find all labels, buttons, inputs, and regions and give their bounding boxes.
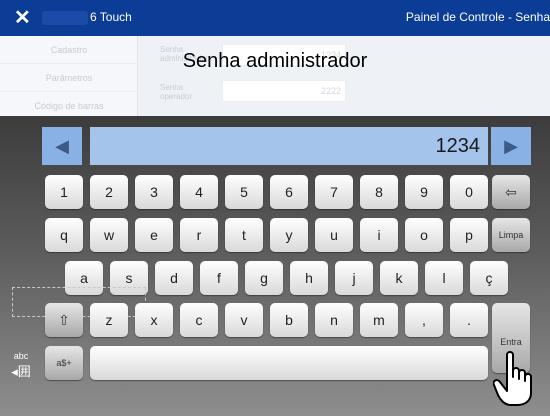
key-0[interactable]: 0: [450, 175, 488, 209]
key-n[interactable]: n: [315, 303, 353, 337]
symbols-key[interactable]: a$+: [45, 346, 83, 380]
key-i[interactable]: i: [360, 218, 398, 252]
key-h[interactable]: h: [290, 261, 328, 295]
key-1[interactable]: 1: [45, 175, 83, 209]
cursor-right-button[interactable]: ▶: [491, 127, 531, 165]
key-q[interactable]: q: [45, 218, 83, 252]
key-o[interactable]: o: [405, 218, 443, 252]
key-3[interactable]: 3: [135, 175, 173, 209]
key-j[interactable]: j: [335, 261, 373, 295]
key-l[interactable]: l: [425, 261, 463, 295]
key-8[interactable]: 8: [360, 175, 398, 209]
key-k[interactable]: k: [380, 261, 418, 295]
key-r[interactable]: r: [180, 218, 218, 252]
key-y[interactable]: y: [270, 218, 308, 252]
key-d[interactable]: d: [155, 261, 193, 295]
close-button[interactable]: ✕: [14, 5, 31, 31]
title-bar: ✕ 6 Touch Painel de Controle - Senha: [0, 0, 550, 36]
field-operator-label: Senha operador: [160, 83, 193, 101]
key-6[interactable]: 6: [270, 175, 308, 209]
clear-key[interactable]: Limpa: [492, 218, 530, 252]
key-z[interactable]: z: [90, 303, 128, 337]
keyboard-title: Senha administrador: [182, 50, 368, 72]
key-2[interactable]: 2: [90, 175, 128, 209]
app-name: 6 Touch: [90, 10, 132, 24]
key-t[interactable]: t: [225, 218, 263, 252]
key-period[interactable]: .: [450, 303, 488, 337]
key-b[interactable]: b: [270, 303, 308, 337]
shift-key[interactable]: ⇧: [45, 303, 83, 337]
key-x[interactable]: x: [135, 303, 173, 337]
key-w[interactable]: w: [90, 218, 128, 252]
space-key[interactable]: [90, 346, 488, 380]
app-logo-blurred: [42, 11, 88, 25]
key-9[interactable]: 9: [405, 175, 443, 209]
key-4[interactable]: 4: [180, 175, 218, 209]
key-f[interactable]: f: [200, 261, 238, 295]
key-u[interactable]: u: [315, 218, 353, 252]
background-menu: Cadastro Parâmetros Código de barras: [0, 36, 138, 120]
keyboard-mode-toggle[interactable]: abc ◂囲: [10, 350, 32, 390]
password-entry-field[interactable]: 1234: [90, 127, 488, 165]
keyboard-mode-label: abc: [13, 351, 29, 361]
cursor-left-button[interactable]: ◀: [42, 127, 82, 165]
key-c[interactable]: c: [180, 303, 218, 337]
key-p[interactable]: p: [450, 218, 488, 252]
key-comma[interactable]: ,: [405, 303, 443, 337]
key-7[interactable]: 7: [315, 175, 353, 209]
keyboard-layout-icon: ◂囲: [11, 364, 31, 379]
field-operator-value: 2222: [222, 80, 346, 102]
backspace-key[interactable]: ⇦: [492, 175, 530, 209]
key-5[interactable]: 5: [225, 175, 263, 209]
background-app: Cadastro Parâmetros Código de barras Sen…: [0, 36, 550, 120]
key-e[interactable]: e: [135, 218, 173, 252]
key-v[interactable]: v: [225, 303, 263, 337]
key-m[interactable]: m: [360, 303, 398, 337]
virtual-keyboard: ◀ 1234 ▶ 1 2 3 4 5 6 7 8 9 0 ⇦ q w e r t…: [0, 116, 550, 416]
enter-key[interactable]: Entra: [492, 303, 530, 373]
key-g[interactable]: g: [245, 261, 283, 295]
window-title: Painel de Controle - Senha: [405, 10, 550, 24]
key-c-cedilla[interactable]: ç: [470, 261, 508, 295]
